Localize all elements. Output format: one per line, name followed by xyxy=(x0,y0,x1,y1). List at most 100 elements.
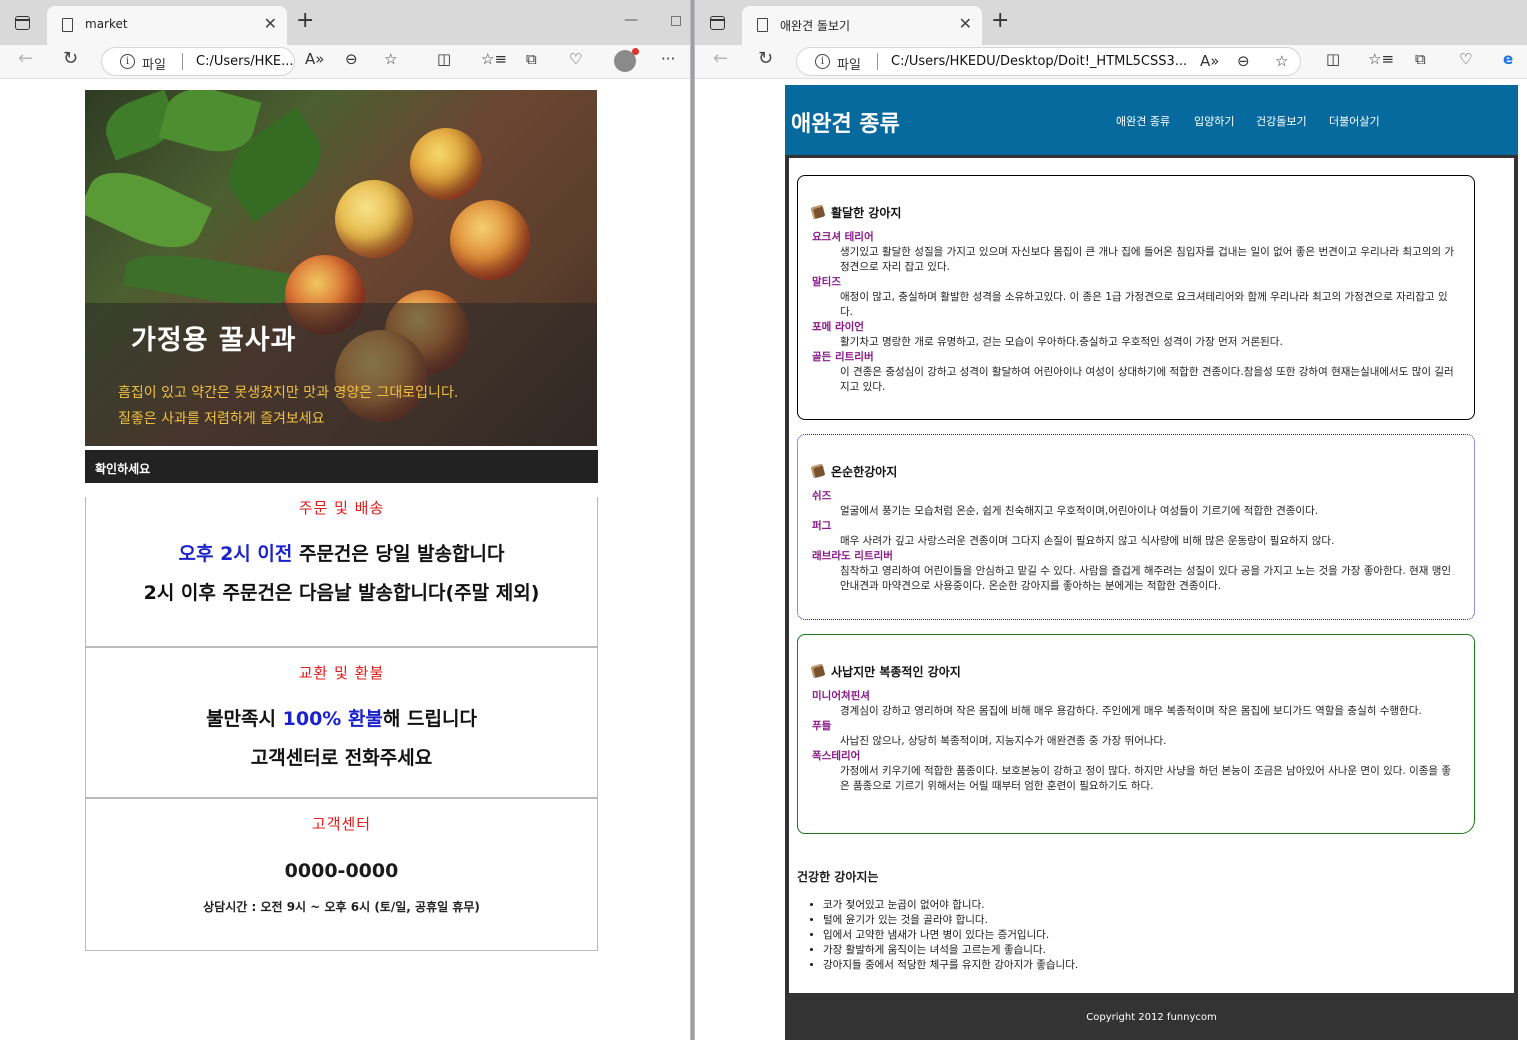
shipping-line1-rest: 주문건은 당일 발송합니다 xyxy=(292,543,505,565)
refund-line1-pre: 불만족시 xyxy=(206,708,283,730)
favorites-list-icon[interactable]: ☆≡ xyxy=(481,52,507,67)
zoom-out-icon[interactable]: ⊖ xyxy=(345,52,358,67)
breed-desc: 사납진 않으나, 상당히 복종적이며, 지능지수가 애완견종 중 가장 뛰어나다… xyxy=(840,735,1167,747)
breed-desc: 활기차고 명랑한 개로 유명하고, 걷는 모습이 우아하다.충실하고 우호적인 … xyxy=(840,336,1283,348)
breed-name: 미니어쳐핀셔 xyxy=(812,690,870,702)
dog-care-page: 애완견 종류 애완견 종류 입양하기 건강돌보기 더불어살기 활달한 강아지 요… xyxy=(785,85,1518,1040)
breed-desc: 매우 사려가 깊고 사랑스러운 견종이며 그다지 손질이 필요하지 않고 식사량… xyxy=(840,535,1335,547)
health-heart-icon[interactable]: ♡ xyxy=(569,52,582,67)
box-title: 활달한 강아지 xyxy=(810,202,1460,222)
box-title: 온순한강아지 xyxy=(810,461,1460,481)
list-item: 털에 윤기가 있는 것을 골라야 합니다. xyxy=(823,913,1078,928)
breed-desc: 경계심이 강하고 영리하며 작은 몸집에 비해 매우 용감하다. 주인에게 매우… xyxy=(840,705,1422,717)
nav-item-health-care[interactable]: 건강돌보기 xyxy=(1256,113,1307,129)
refresh-icon[interactable]: ↻ xyxy=(63,50,78,68)
exchange-refund-section: 교환 및 환불 불만족시 100% 환불해 드립니다 고객센터로 전화주세요 xyxy=(85,647,598,798)
list-item: 입에서 고약한 냄새가 나면 병이 있다는 증거입니다. xyxy=(823,928,1078,943)
service-hours: 상담시간 : 오전 9시 ~ 오후 6시 (토/일, 공휴일 휴무) xyxy=(203,900,480,914)
close-icon[interactable]: ✕ xyxy=(959,14,972,33)
left-browser-window: market ✕ + — ← ↻ i 파일 C:/Users/HKE... A»… xyxy=(0,0,691,1040)
book-icon xyxy=(810,463,826,479)
health-list: 코가 젖어있고 눈곱이 없어야 합니다. 털에 윤기가 있는 것을 골라야 합니… xyxy=(823,898,1078,973)
tab-strip: 애완견 돌보기 ✕ + xyxy=(695,0,1527,45)
favorites-list-icon[interactable]: ☆≡ xyxy=(1368,52,1394,67)
section-heading: 교환 및 환불 xyxy=(298,664,385,682)
breed-name: 래브라도 리트리버 xyxy=(812,550,893,562)
info-icon[interactable]: i xyxy=(815,54,830,69)
collections-icon[interactable]: ⧉ xyxy=(1415,52,1426,67)
back-icon[interactable]: ← xyxy=(18,50,33,68)
breed-desc: 애정이 많고, 충실하며 활발한 성격을 소유하고있다. 이 종은 1급 가정견… xyxy=(840,291,1448,318)
breed-list: 요크셔 테리어 생기있고 활달한 성질을 가지고 있으며 자신보다 몸집이 큰 … xyxy=(812,230,1460,395)
window-tabs-icon[interactable] xyxy=(710,16,725,30)
split-screen-icon[interactable]: ◫ xyxy=(1326,52,1340,67)
breed-list: 미니어쳐핀셔 경계심이 강하고 영리하며 작은 몸집에 비해 매우 용감하다. … xyxy=(812,689,1460,794)
maximize-icon[interactable] xyxy=(671,16,681,26)
tab-market[interactable]: market ✕ xyxy=(47,6,287,45)
check-bar: 확인하세요 xyxy=(85,450,598,483)
refund-line1-post: 해 드립니다 xyxy=(382,708,477,730)
book-icon xyxy=(810,663,826,679)
tab-dog-care[interactable]: 애완견 돌보기 ✕ xyxy=(742,6,982,45)
new-tab-icon[interactable]: + xyxy=(991,10,1009,32)
new-tab-icon[interactable]: + xyxy=(296,10,314,32)
list-item: 가장 활발하게 움직이는 녀석을 고르는게 좋습니다. xyxy=(823,943,1078,958)
address-url: C:/Users/HKE... xyxy=(196,54,294,69)
minimize-icon[interactable]: — xyxy=(624,12,638,28)
site-header: 애완견 종류 애완견 종류 입양하기 건강돌보기 더불어살기 xyxy=(785,85,1518,155)
breed-name: 포메 라이언 xyxy=(812,321,864,333)
health-heart-icon[interactable]: ♡ xyxy=(1459,52,1472,67)
zoom-out-icon[interactable]: ⊖ xyxy=(1237,54,1250,69)
tab-strip: market ✕ + — xyxy=(0,0,690,45)
page-icon xyxy=(62,18,73,32)
refresh-icon[interactable]: ↻ xyxy=(758,50,773,68)
breed-name: 쉬즈 xyxy=(812,490,832,502)
list-item: 강아지들 중에서 적당한 체구를 유지한 강아지가 좋습니다. xyxy=(823,958,1078,973)
main-content: 활달한 강아지 요크셔 테리어 생기있고 활달한 성질을 가지고 있으며 자신보… xyxy=(789,158,1514,993)
hero-image: 가정용 꿀사과 흠집이 있고 약간은 못생겼지만 맛과 영양은 그대로입니다. … xyxy=(85,90,597,446)
nav-item-living-together[interactable]: 더불어살기 xyxy=(1329,113,1380,129)
box-title-text: 사납지만 복종적인 강아지 xyxy=(831,664,961,679)
hero-subtitle-line1: 흠집이 있고 약간은 못생겼지만 맛과 영양은 그대로입니다. xyxy=(118,385,459,401)
breed-list: 쉬즈 얼굴에서 풍기는 모습처럼 온순, 쉽게 친숙해지고 우호적이며,어린아이… xyxy=(812,489,1460,594)
breed-name: 푸들 xyxy=(812,720,832,732)
address-separator xyxy=(877,53,878,70)
address-scheme: 파일 xyxy=(837,58,861,73)
address-bar[interactable]: i 파일 C:/Users/HKEDU/Desktop/Doit!_HTML5C… xyxy=(796,47,1301,76)
collections-icon[interactable]: ⧉ xyxy=(526,52,537,67)
address-url: C:/Users/HKEDU/Desktop/Doit!_HTML5CSS3..… xyxy=(891,54,1188,69)
site-title: 애완견 종류 xyxy=(791,112,900,137)
page-icon xyxy=(757,18,768,32)
close-icon[interactable]: ✕ xyxy=(264,14,277,33)
breed-name: 골든 리트리버 xyxy=(812,351,874,363)
right-browser-window: 애완견 돌보기 ✕ + ← ↻ i 파일 C:/Users/HKEDU/Desk… xyxy=(694,0,1527,1040)
shipping-highlight: 오후 2시 이전 xyxy=(178,543,293,565)
nav-item-dog-types[interactable]: 애완견 종류 xyxy=(1116,113,1170,129)
edge-icon[interactable]: e xyxy=(1503,52,1513,67)
nav-item-adoption[interactable]: 입양하기 xyxy=(1194,113,1234,129)
more-icon[interactable]: ··· xyxy=(661,52,675,67)
book-icon xyxy=(810,204,826,220)
read-aloud-icon[interactable]: A» xyxy=(305,52,324,67)
breed-desc: 가정에서 키우기에 적합한 품종이다. 보호본능이 강하고 정이 많다. 하지만… xyxy=(840,765,1452,792)
info-icon[interactable]: i xyxy=(120,54,135,69)
section-heading: 고객센터 xyxy=(311,815,372,833)
favorite-star-icon[interactable]: ☆ xyxy=(1275,54,1288,69)
shipping-line2: 2시 이후 주문건은 다음날 발송합니다(주말 제외) xyxy=(143,582,540,604)
split-screen-icon[interactable]: ◫ xyxy=(437,52,451,67)
navigation-bar: ← ↻ i 파일 C:/Users/HKE... A» ⊖ ☆ ◫ ☆≡ ⧉ ♡… xyxy=(0,45,690,79)
shipping-line1: 오후 2시 이전 주문건은 당일 발송합니다 xyxy=(86,535,597,574)
breed-desc: 얼굴에서 풍기는 모습처럼 온순, 쉽게 친숙해지고 우호적이며,어린아이나 여… xyxy=(840,505,1319,517)
customer-center-section: 고객센터 0000-0000 상담시간 : 오전 9시 ~ 오후 6시 (토/일… xyxy=(85,798,598,951)
apple xyxy=(450,200,530,280)
back-icon[interactable]: ← xyxy=(713,50,728,68)
box-title: 사납지만 복종적인 강아지 xyxy=(810,661,1460,681)
site-footer: Copyright 2012 funnycom xyxy=(1086,1012,1217,1023)
read-aloud-icon[interactable]: A» xyxy=(1200,54,1219,69)
navigation-bar: ← ↻ i 파일 C:/Users/HKEDU/Desktop/Doit!_HT… xyxy=(695,45,1527,79)
window-tabs-icon[interactable] xyxy=(15,16,30,30)
address-bar[interactable]: i 파일 C:/Users/HKE... xyxy=(101,47,295,76)
profile-avatar[interactable] xyxy=(614,48,639,72)
section-heading: 주문 및 배송 xyxy=(298,499,385,517)
favorite-star-icon[interactable]: ☆ xyxy=(384,52,397,67)
